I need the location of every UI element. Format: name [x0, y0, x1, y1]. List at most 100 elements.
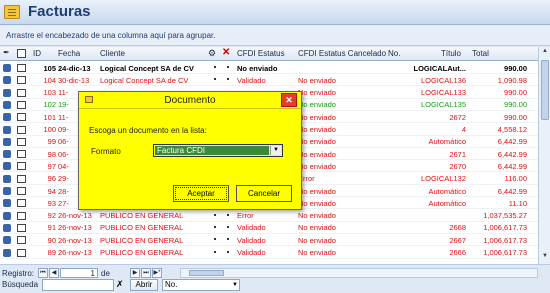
print-flag-icon[interactable] — [214, 225, 216, 228]
current-record-input[interactable]: 1 — [60, 268, 98, 278]
cancel-column-icon[interactable]: ✕ — [222, 47, 230, 58]
cancel-flag-icon[interactable] — [227, 78, 229, 81]
column-header-cliente[interactable]: Cliente — [100, 49, 125, 58]
link-icon[interactable] — [3, 236, 11, 245]
group-by-hint[interactable]: Arrastre el encabezado de una columna aq… — [0, 26, 550, 46]
column-header-cfdi-estatus[interactable]: CFDI Estatus — [237, 49, 285, 58]
document-icon[interactable] — [17, 223, 26, 232]
horizontal-scrollbar[interactable] — [180, 268, 538, 278]
cancel-flag-icon[interactable] — [227, 225, 229, 228]
format-select[interactable]: Factura CFDI ▼ — [153, 144, 283, 157]
scroll-down-icon[interactable]: ▼ — [541, 253, 549, 263]
cancel-button[interactable]: Cancelar — [236, 185, 292, 202]
table-row[interactable]: 90 26-nov-13 PUBLICO EN GENERAL Validado No … — [0, 234, 538, 247]
table-row[interactable]: 91 26-nov-13 PUBLICO EN GENERAL Validado No … — [0, 222, 538, 234]
cell-id: 103 — [43, 88, 56, 98]
link-icon[interactable] — [3, 88, 11, 97]
document-icon[interactable] — [17, 211, 26, 220]
next-record-icon[interactable]: ▶ — [130, 268, 140, 278]
document-icon[interactable] — [17, 162, 26, 171]
link-icon[interactable] — [3, 187, 11, 195]
column-header-titulo[interactable]: Título — [441, 49, 461, 58]
cancel-flag-icon[interactable] — [227, 238, 229, 241]
cell-cancelado: No enviado — [298, 198, 336, 208]
link-icon[interactable] — [3, 248, 11, 257]
print-flag-icon[interactable] — [214, 238, 216, 241]
cell-total: 116.00 — [504, 174, 527, 184]
cancel-flag-icon[interactable] — [227, 66, 229, 68]
document-column-icon[interactable] — [17, 49, 26, 58]
table-row[interactable]: 105 24-dic-13 Logical Concept SA de CV No e… — [0, 62, 538, 74]
format-label: Formato — [91, 147, 121, 156]
link-icon[interactable] — [3, 162, 11, 171]
scroll-up-icon[interactable]: ▲ — [541, 48, 549, 58]
table-row[interactable]: 92 26-nov-13 PUBLICO EN GENERAL Error No env… — [0, 210, 538, 222]
new-record-icon[interactable]: ▶* — [152, 268, 162, 278]
link-icon[interactable] — [3, 100, 11, 109]
document-dialog: Documento ✕ Escoga un documento en la li… — [78, 91, 302, 210]
cell-total: 990.00 — [504, 88, 527, 98]
table-row[interactable]: 89 26-nov-13 PUBLICO EN GENERAL Validado No … — [0, 247, 538, 259]
document-icon[interactable] — [17, 76, 26, 85]
table-row[interactable]: 104 30-dic-13 Logical Concept SA de CV Vali… — [0, 74, 538, 87]
column-header-fecha[interactable]: Fecha — [58, 49, 80, 58]
document-icon[interactable] — [17, 248, 26, 257]
column-header-cfdi-cancelado[interactable]: CFDI Estatus Cancelado — [298, 49, 386, 58]
search-field-select[interactable]: No. ▼ — [162, 279, 240, 291]
cell-cancelado: No enviado — [298, 75, 336, 85]
cancel-flag-icon[interactable] — [227, 250, 229, 253]
clear-filter-icon[interactable]: ✗ — [116, 279, 124, 290]
document-icon[interactable] — [17, 113, 26, 122]
link-icon[interactable] — [3, 64, 11, 72]
document-icon[interactable] — [17, 125, 26, 134]
link-icon[interactable] — [3, 113, 11, 122]
column-header-total[interactable]: Total — [472, 49, 489, 58]
print-flag-icon[interactable] — [214, 78, 216, 81]
document-icon[interactable] — [17, 174, 26, 183]
accept-button[interactable]: Aceptar — [173, 185, 229, 202]
print-flag-icon[interactable] — [214, 250, 216, 253]
vertical-scrollbar[interactable]: ▲ ▼ — [538, 47, 550, 264]
dialog-title-bar: Documento ✕ — [79, 92, 301, 109]
link-icon[interactable] — [3, 76, 11, 85]
chevron-down-icon[interactable]: ▼ — [270, 146, 281, 155]
print-column-icon[interactable]: ⚙ — [208, 48, 216, 59]
close-icon[interactable]: ✕ — [281, 93, 297, 107]
cell-cancelado: No enviado — [298, 223, 336, 233]
scroll-thumb[interactable] — [541, 60, 549, 120]
cell-cancelado: No enviado — [298, 248, 336, 257]
search-input[interactable] — [42, 279, 114, 291]
last-record-icon[interactable]: ⏭ — [141, 268, 151, 278]
first-record-icon[interactable]: ⏮ — [38, 268, 48, 278]
link-column-icon[interactable]: ✒ — [3, 48, 13, 58]
cell-cliente: PUBLICO EN GENERAL — [100, 248, 184, 257]
print-flag-icon[interactable] — [214, 213, 216, 216]
cancel-flag-icon[interactable] — [227, 213, 229, 216]
prev-record-icon[interactable]: ◀ — [49, 268, 59, 278]
link-icon[interactable] — [3, 223, 11, 232]
document-icon[interactable] — [17, 137, 26, 146]
cell-no: LOGICAL135 — [420, 100, 466, 110]
column-header-no[interactable]: No. — [388, 49, 400, 58]
document-icon[interactable] — [17, 64, 26, 72]
document-icon[interactable] — [17, 187, 26, 195]
cell-estatus: Error — [237, 211, 254, 221]
link-icon[interactable] — [3, 150, 11, 159]
document-icon[interactable] — [17, 236, 26, 245]
column-header-id[interactable]: ID — [33, 49, 41, 58]
print-flag-icon[interactable] — [214, 66, 216, 68]
document-icon[interactable] — [17, 150, 26, 159]
document-icon[interactable] — [17, 199, 26, 208]
document-icon[interactable] — [17, 100, 26, 109]
invoice-icon — [4, 5, 20, 19]
link-icon[interactable] — [3, 174, 11, 183]
link-icon[interactable] — [3, 211, 11, 220]
link-icon[interactable] — [3, 125, 11, 134]
link-icon[interactable] — [3, 137, 11, 146]
link-icon[interactable] — [3, 199, 11, 208]
document-icon[interactable] — [17, 88, 26, 97]
hscroll-thumb[interactable] — [189, 270, 224, 276]
open-button[interactable]: Abrir — [130, 279, 158, 291]
cell-total: 1,006,617.73 — [483, 248, 527, 257]
chevron-down-icon[interactable]: ▼ — [232, 280, 238, 290]
